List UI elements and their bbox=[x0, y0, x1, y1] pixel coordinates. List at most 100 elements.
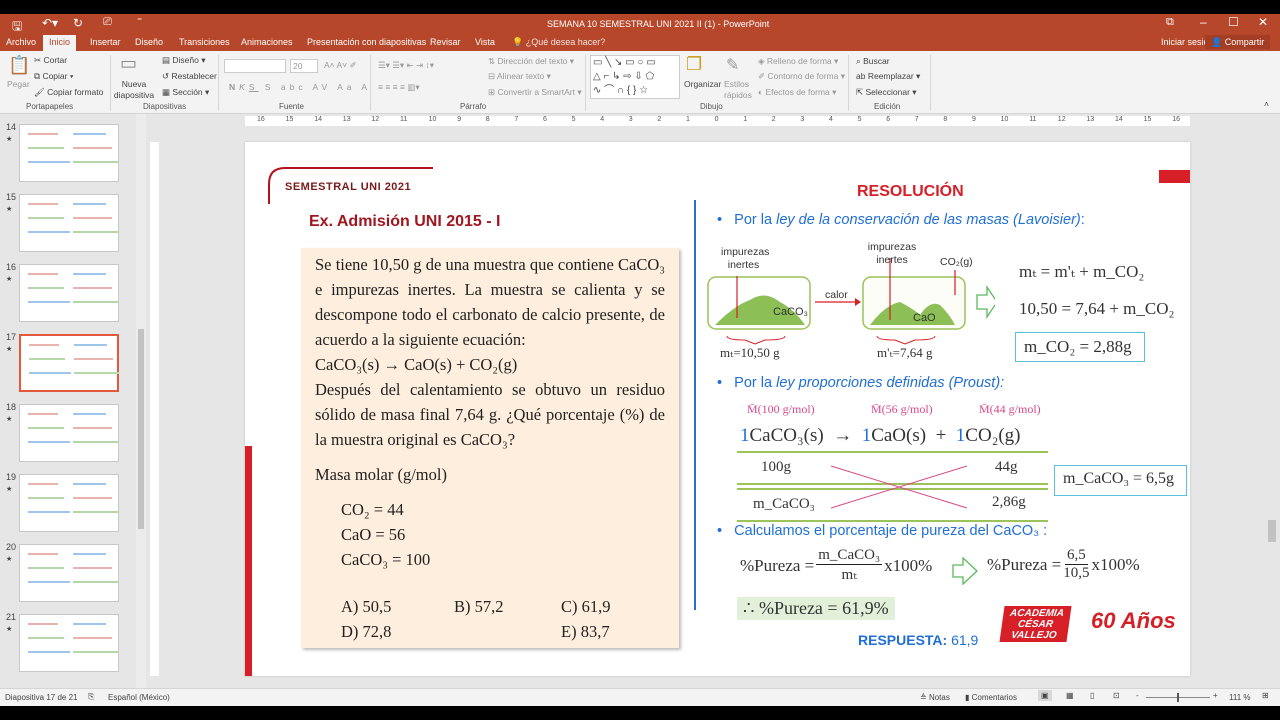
ruler-tick-label: 16 bbox=[257, 116, 265, 123]
notes-button[interactable]: ≜ Notas bbox=[920, 693, 950, 702]
slide-thumbnail[interactable] bbox=[19, 264, 119, 322]
slide-thumbnail[interactable] bbox=[19, 474, 119, 532]
cut-button[interactable]: ✂ Cortar bbox=[34, 55, 67, 66]
option-e: E) 83,7 bbox=[561, 622, 610, 641]
tab-archivo[interactable]: Archivo bbox=[6, 37, 36, 47]
font-name-input[interactable] bbox=[224, 59, 286, 73]
ruler-tick-label: 15 bbox=[1143, 116, 1152, 123]
select-button[interactable]: ⇱ Seleccionar ▾ bbox=[856, 87, 917, 98]
paste-icon[interactable]: 📋 bbox=[8, 55, 30, 76]
bullet-lavoisier-post: : bbox=[1080, 212, 1085, 228]
slide-thumbnail[interactable] bbox=[19, 124, 119, 182]
tab-presentacion[interactable]: Presentación con diapositivas bbox=[307, 37, 426, 47]
horizontal-ruler: 16 15 14 13 12 11 10 9 8 7 6 5 4 3 2 1 0 1 2 3 4 5 6 7 8 9 10 11 12 1… bbox=[245, 116, 1190, 126]
format-painter-button[interactable]: 🖌 Copiar formato bbox=[34, 87, 103, 98]
tab-vista[interactable]: Vista bbox=[475, 37, 495, 47]
paste-button[interactable]: Pegar bbox=[7, 79, 30, 89]
layout-button[interactable]: ▤ Diseño ▾ bbox=[162, 55, 206, 66]
copy-button[interactable]: ⧉ Copiar ▾ bbox=[34, 71, 73, 82]
tab-inicio[interactable]: Inicio bbox=[43, 35, 77, 51]
red-side-bar bbox=[245, 446, 252, 676]
tab-animaciones[interactable]: Animaciones bbox=[241, 37, 293, 47]
cesar-vallejo-logo: ACADEMIA CÉSAR VALLEJO bbox=[999, 606, 1072, 642]
format-painter-label: Copiar formato bbox=[47, 87, 104, 97]
tab-insertar[interactable]: Insertar bbox=[90, 37, 121, 47]
smartart-button[interactable]: ⊞ Convertir a SmartArt ▾ bbox=[488, 87, 582, 98]
arrange-button[interactable]: Organizar bbox=[684, 79, 721, 89]
redo-icon[interactable]: ↻ bbox=[73, 16, 83, 30]
smartart-label: Convertir a SmartArt bbox=[497, 87, 575, 97]
zoom-slider[interactable] bbox=[1146, 693, 1210, 702]
zoom-level[interactable]: 111 % bbox=[1229, 693, 1251, 702]
section-label: Sección bbox=[172, 87, 203, 97]
collapse-ribbon-icon[interactable]: ˄ bbox=[1264, 99, 1269, 109]
grow-shrink-font[interactable]: A˄ A˅ ✐ bbox=[324, 60, 357, 71]
ruler-tick-label: 6 bbox=[886, 116, 891, 123]
shape-fill-button[interactable]: ◈ Relleno de forma ▾ bbox=[758, 56, 838, 67]
slide-thumbnail[interactable] bbox=[19, 334, 119, 392]
fit-to-window-button[interactable]: ⊞ bbox=[1262, 691, 1269, 700]
shapes-gallery[interactable]: ▭ ╲ ↘ ▭ ○ ▭ △ ⌐ ↳ ⇨ ⇩ ⬠ ∿ ⌒ ∩ { } ☆ bbox=[590, 55, 680, 99]
undo-icon[interactable]: ↶▾ bbox=[42, 16, 58, 30]
present-icon[interactable]: ⎚ bbox=[103, 16, 112, 29]
new-slide-button[interactable]: Nueva diapositiva bbox=[112, 79, 156, 101]
align-text-button[interactable]: ⊟ Alinear texto ▾ bbox=[488, 71, 551, 82]
shape-outline-button[interactable]: ✐ Contorno de forma ▾ bbox=[758, 71, 845, 82]
italic-button[interactable]: K bbox=[239, 82, 249, 92]
reading-view-button[interactable]: ▯ bbox=[1090, 691, 1094, 700]
slide-thumbnail[interactable] bbox=[19, 404, 119, 462]
zoom-in-button[interactable]: + bbox=[1213, 691, 1218, 700]
thumbnail-number: 21 bbox=[6, 612, 17, 622]
minimize-button[interactable]: – bbox=[1200, 15, 1207, 29]
editor-scrollbar-thumb[interactable] bbox=[1268, 520, 1276, 542]
slide-thumbnail[interactable] bbox=[19, 194, 119, 252]
replace-button[interactable]: ab Reemplazar ▾ bbox=[856, 71, 920, 82]
normal-view-button[interactable]: ▣ bbox=[1038, 690, 1052, 701]
tab-revisar[interactable]: Revisar bbox=[430, 37, 461, 47]
zoom-slider-thumb[interactable] bbox=[1177, 693, 1179, 702]
tab-diseno[interactable]: Diseño bbox=[135, 37, 163, 47]
shape-effects-button[interactable]: ◐ Efectos de forma ▾ bbox=[758, 87, 836, 98]
bold-button[interactable]: N bbox=[229, 82, 239, 92]
initial-mass-label: mₜ=10,50 g bbox=[720, 345, 780, 360]
lightbulb-icon: 💡 bbox=[512, 37, 524, 47]
answer-label: RESPUESTA: bbox=[858, 632, 948, 648]
font-size-input[interactable]: 20 bbox=[290, 59, 318, 73]
slide-thumbnail[interactable] bbox=[19, 544, 119, 602]
share-button[interactable]: 👤 Compartir bbox=[1205, 35, 1271, 49]
thumbnail-scrollbar[interactable] bbox=[136, 114, 146, 688]
customize-qat-icon[interactable]: ⁼ bbox=[137, 16, 142, 27]
spellcheck-icon[interactable]: ⎘ bbox=[88, 692, 94, 702]
ribbon-options-icon[interactable]: ⧉ bbox=[1166, 16, 1174, 29]
problem-text-2: Después del calentamiento se obtuvo un r… bbox=[315, 380, 665, 449]
bullet-lavoisier-pre: Por la bbox=[734, 212, 777, 228]
coef-3: 1 bbox=[955, 425, 966, 446]
close-button[interactable]: ✕ bbox=[1258, 15, 1268, 29]
align-buttons[interactable]: ≡ ≡ ≡ ≡ ▥▾ bbox=[378, 82, 420, 93]
reset-label: Restablecer bbox=[171, 71, 217, 81]
zoom-out-button[interactable]: - bbox=[1136, 691, 1139, 700]
slide-sorter-button[interactable]: ▦ bbox=[1066, 691, 1074, 700]
purity-multiplier: x100% bbox=[884, 555, 933, 575]
arrange-icon: ❐ bbox=[686, 54, 703, 74]
list-buttons[interactable]: ☰▾ ☰▾ ⇤ ⇥ ↕▾ bbox=[378, 60, 434, 71]
language-label[interactable]: Español (México) bbox=[108, 693, 170, 702]
tell-me-input[interactable]: 💡 ¿Qué desea hacer? bbox=[512, 37, 605, 48]
section-button[interactable]: ▦ Sección ▾ bbox=[162, 87, 209, 98]
tab-transiciones[interactable]: Transiciones bbox=[179, 37, 230, 47]
60-years-logo: 60 Años bbox=[1091, 608, 1176, 633]
comments-button[interactable]: ▮ Comentarios bbox=[965, 693, 1017, 702]
reset-button[interactable]: ↺ Restablecer bbox=[162, 71, 217, 82]
co2-mass-result: m_CO₂ = 2,88g bbox=[1015, 332, 1145, 362]
find-button[interactable]: ⌕ Buscar bbox=[856, 56, 890, 67]
slideshow-button[interactable]: ⊡ bbox=[1113, 691, 1120, 700]
comments-label: Comentarios bbox=[971, 693, 1017, 702]
thumbnail-number: 20 bbox=[6, 542, 17, 552]
quick-styles-button[interactable]: Estilos rápidos bbox=[724, 79, 754, 101]
font-format-buttons[interactable]: NKS S abc AV Aa A bbox=[229, 82, 371, 92]
maximize-button[interactable]: ☐ bbox=[1228, 15, 1239, 29]
text-direction-button[interactable]: ⇅ Dirección del texto ▾ bbox=[488, 56, 574, 67]
slide-thumbnail[interactable] bbox=[19, 614, 119, 672]
row1-caco3: 100g bbox=[761, 459, 791, 475]
underline-button[interactable]: S bbox=[249, 82, 259, 92]
